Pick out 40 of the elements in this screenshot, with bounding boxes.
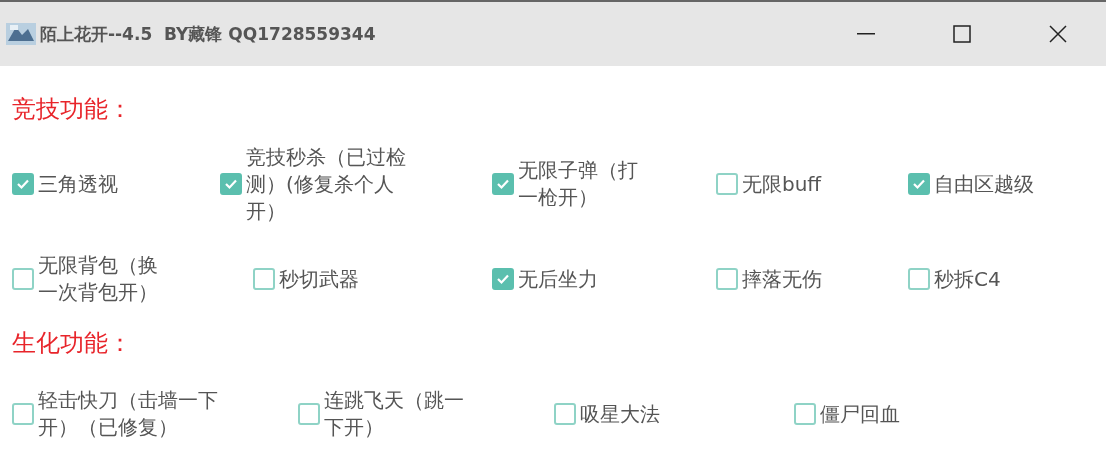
checkbox[interactable] (716, 173, 738, 195)
checkbox-label: 摔落无伤 (742, 265, 822, 293)
checkbox[interactable] (492, 173, 514, 195)
check-icon (16, 178, 30, 190)
checkbox-label: 自由区越级 (934, 170, 1034, 198)
checkbox-label: 无限背包（换一次背包开） (38, 252, 159, 306)
checkbox[interactable] (220, 173, 242, 195)
check-icon (224, 178, 238, 190)
checkbox-label: 三角透视 (38, 170, 118, 198)
checkbox[interactable] (298, 403, 320, 425)
checkbox-label: 无限子弹（打一枪开） (518, 157, 639, 211)
check-icon (912, 178, 926, 190)
checkbox[interactable] (12, 403, 34, 425)
checkbox-label: 吸星大法 (580, 400, 660, 428)
maximize-icon (953, 25, 971, 43)
checkbox-label: 僵尸回血 (820, 400, 900, 428)
checkbox-label: 轻击快刀（击墙一下开）（已修复） (38, 387, 219, 441)
checkbox-label: 秒切武器 (279, 265, 359, 293)
checkbox[interactable] (554, 403, 576, 425)
checkbox-label: 秒拆C4 (934, 265, 1001, 293)
checkbox[interactable] (908, 268, 930, 290)
section-title: 竞技功能： (12, 94, 133, 124)
app-icon (6, 21, 36, 47)
checkbox-label: 连跳飞天（跳一下开） (324, 387, 465, 441)
section-title: 生化功能： (12, 328, 133, 358)
check-icon (496, 178, 510, 190)
checkbox-label: 无后坐力 (518, 265, 598, 293)
close-icon (1049, 25, 1067, 43)
checkbox[interactable] (908, 173, 930, 195)
checkbox[interactable] (492, 268, 514, 290)
checkbox[interactable] (253, 268, 275, 290)
window-title: 陌上花开--4.5 BY藏锋 QQ1728559344 (40, 22, 377, 46)
check-icon (496, 273, 510, 285)
minimize-icon (857, 33, 875, 35)
checkbox-label: 无限buff (742, 170, 822, 198)
checkbox[interactable] (794, 403, 816, 425)
checkbox-label: 竞技秒杀（已过检测）(修复杀个人开） (246, 143, 407, 225)
checkbox[interactable] (12, 268, 34, 290)
checkbox[interactable] (716, 268, 738, 290)
checkbox[interactable] (12, 173, 34, 195)
